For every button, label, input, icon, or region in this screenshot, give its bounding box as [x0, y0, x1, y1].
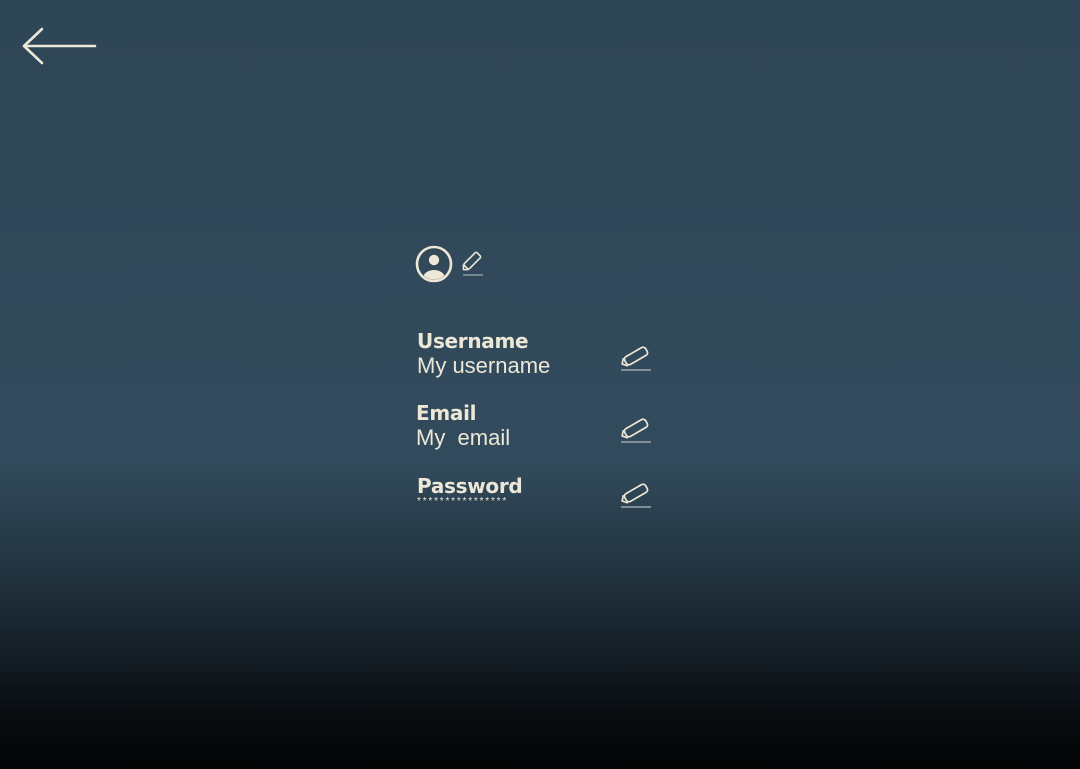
pencil-icon	[621, 346, 651, 371]
password-field: Password ****************	[417, 474, 657, 510]
back-button[interactable]	[20, 26, 98, 66]
pencil-icon	[462, 251, 483, 276]
edit-avatar-button[interactable]	[461, 248, 485, 278]
profile-avatar-row	[415, 244, 485, 284]
arrow-left-icon	[22, 27, 97, 65]
username-field: Username My username	[417, 329, 657, 379]
email-field: Email My email	[416, 401, 656, 451]
edit-email-button[interactable]	[619, 415, 653, 445]
edit-password-button[interactable]	[619, 480, 653, 510]
user-circle-icon[interactable]	[415, 245, 453, 283]
edit-username-button[interactable]	[619, 343, 653, 373]
pencil-icon	[621, 483, 651, 508]
pencil-icon	[621, 418, 651, 443]
